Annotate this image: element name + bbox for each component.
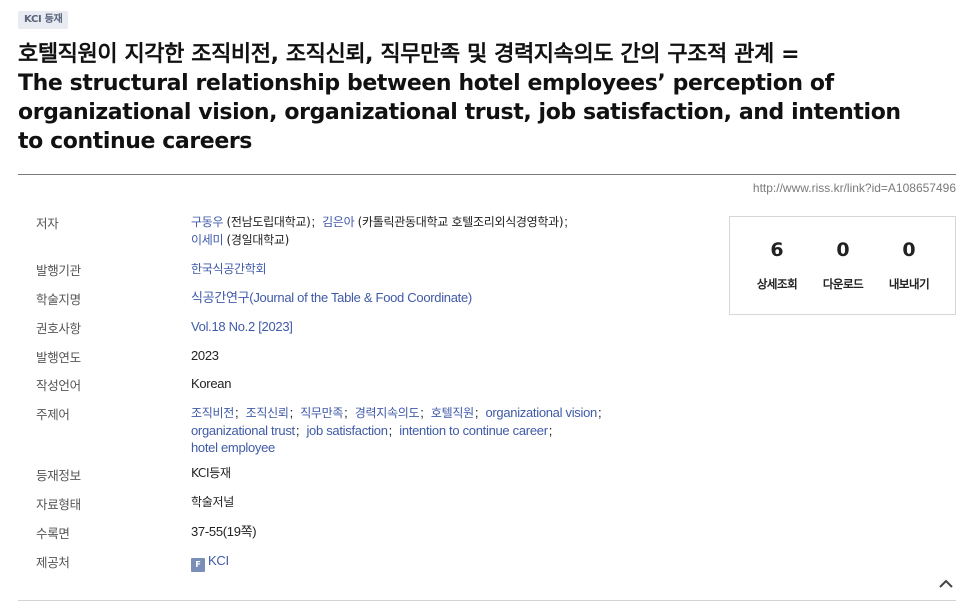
label-provider: 제공처 (36, 555, 70, 570)
title-korean: 호텔직원이 지각한 조직비전, 조직신뢰, 직무만족 및 경력지속의도 간의 구… (18, 42, 800, 67)
kci-provider-icon: F (191, 558, 205, 572)
stat-downloads-label: 다운로드 (822, 277, 864, 291)
provider-link[interactable]: KCI (208, 553, 229, 568)
value-author: 구동우 (전남도립대학교); 김은아 (카톨릭관동대학교 호텔조리외식경영학과)… (191, 214, 568, 247)
kci-badge: KCI 등재 (18, 11, 69, 29)
keyword-link[interactable]: intention to continue career (399, 423, 548, 438)
stat-downloads-value: 0 (836, 239, 850, 261)
author-affiliation: (경일대학교) (226, 233, 290, 247)
stat-views-value: 6 (770, 239, 784, 261)
author-link[interactable]: 김은아 (322, 215, 355, 229)
keyword-link[interactable]: 조직신뢰 (246, 406, 289, 420)
label-pages: 수록면 (36, 526, 70, 541)
value-provider: F KCI (191, 552, 661, 572)
label-language: 작성언어 (36, 378, 81, 393)
label-year: 발행연도 (36, 350, 81, 365)
publisher-link[interactable]: 한국식공간학회 (191, 262, 266, 276)
keyword-link[interactable]: 조직비전 (191, 406, 234, 420)
author-link[interactable]: 구동우 (191, 215, 224, 229)
label-author: 저자 (36, 216, 59, 231)
value-type: 학술저널 (191, 495, 234, 509)
permalink-url[interactable]: http://www.riss.kr/link?id=A108657496 (753, 181, 956, 195)
keyword-link[interactable]: job satisfaction (306, 423, 388, 438)
keyword-link[interactable]: hotel employee (191, 440, 275, 455)
value-keywords: 조직비전; 조직신뢰; 직무만족; 경력지속의도; 호텔직원; organiza… (191, 405, 602, 455)
keyword-link[interactable]: 호텔직원 (431, 406, 474, 420)
keyword-link[interactable]: organizational trust (191, 423, 295, 438)
value-language: Korean (191, 376, 232, 391)
stat-exports-value: 0 (902, 239, 916, 261)
stat-views-label: 상세조회 (756, 277, 798, 291)
author-affiliation: (전남도립대학교) (226, 215, 311, 229)
article-title: 호텔직원이 지각한 조직비전, 조직신뢰, 직무만족 및 경력지속의도 간의 구… (18, 40, 918, 156)
value-year: 2023 (191, 348, 219, 363)
keyword-link[interactable]: 직무만족 (300, 406, 343, 420)
value-pages: 37-55(19쪽) (191, 524, 257, 539)
stats-box: 6 상세조회 0 다운로드 0 내보내기 (729, 216, 956, 315)
keyword-link[interactable]: 경력지속의도 (355, 406, 420, 420)
label-keywords: 주제어 (36, 407, 70, 422)
label-volume: 권호사항 (36, 321, 81, 336)
keyword-link[interactable]: organizational vision (485, 405, 597, 420)
value-registration: KCI등재 (191, 466, 231, 480)
journal-link[interactable]: 식공간연구(Journal of the Table & Food Coordi… (191, 290, 472, 305)
label-registration: 등재정보 (36, 468, 81, 483)
label-type: 자료형태 (36, 497, 81, 512)
chevron-up-icon[interactable] (938, 576, 954, 590)
label-journal: 학술지명 (36, 292, 81, 307)
volume-link[interactable]: Vol.18 No.2 [2023] (191, 319, 293, 334)
label-publisher: 발행기관 (36, 263, 81, 278)
title-divider (18, 174, 956, 175)
title-english: The structural relationship between hote… (18, 71, 901, 154)
author-link[interactable]: 이세미 (191, 233, 224, 247)
stat-exports-label: 내보내기 (888, 277, 930, 291)
author-affiliation: (카톨릭관동대학교 호텔조리외식경영학과) (357, 215, 564, 229)
bottom-divider (18, 600, 956, 601)
